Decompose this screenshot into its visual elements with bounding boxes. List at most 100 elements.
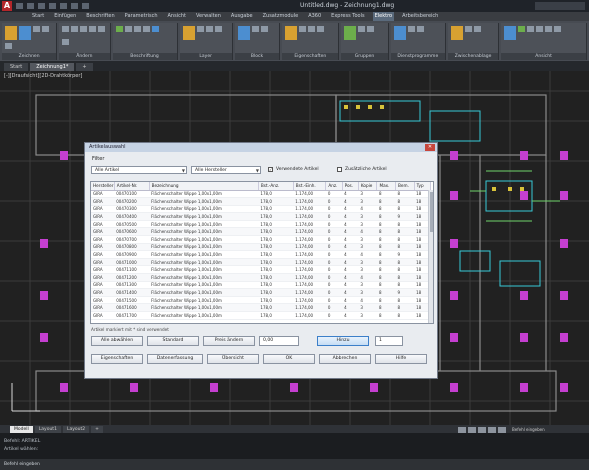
table-row[interactable]: GIRA 00471700 Flächenschalter Wippe 1,00x1… [91,311,431,320]
filter-article-select[interactable]: Alle Artikel ▼ [91,166,187,174]
tab-start-page[interactable]: Start [4,63,29,71]
tab-manage[interactable]: Verwalten [194,12,223,21]
panel-label[interactable]: Eigenschaften [282,53,339,60]
hatch-icon[interactable] [151,26,159,32]
table-icon[interactable] [142,26,150,32]
group-edit-icon[interactable] [367,26,375,32]
help-button[interactable]: Hilfe [375,354,427,364]
new-icon[interactable] [16,3,23,9]
default-button[interactable]: Standard [147,336,199,346]
calculator-icon[interactable] [407,26,415,32]
cancel-button[interactable]: Abbrechen [319,354,371,364]
table-scrollbar[interactable] [428,190,433,323]
col-header[interactable]: Bst.-Anz. [258,182,294,191]
zoom-icon[interactable] [527,26,535,32]
table-row[interactable]: GIRA 00471200 Flächenschalter Wippe 1,00x1… [91,273,431,282]
col-header[interactable]: Bem. [395,182,415,191]
tab-layout1[interactable]: Layout1 [34,425,61,433]
leader-icon[interactable] [133,26,141,32]
new-tab-button[interactable]: + [76,63,93,71]
rectangle-icon[interactable] [5,43,12,49]
mirror-icon[interactable] [89,26,97,32]
pan-icon[interactable] [536,26,544,32]
arc-icon[interactable] [42,26,49,32]
tab-parametric[interactable]: Parametrisch [123,12,160,21]
tab-a360[interactable]: A360 [306,12,323,21]
col-header[interactable]: Bst.-Einh. [293,182,327,191]
polyline-icon[interactable] [19,26,31,40]
named-views-icon[interactable] [554,26,562,32]
viewport-controls-label[interactable]: [-][Draufsicht][2D-Drahtkörper] [4,73,82,79]
article-table[interactable]: Hersteller Artikel-Nr. Bezeichnung Bst.-… [90,181,434,324]
layer-on-icon[interactable] [196,26,204,32]
table-row[interactable]: GIRA 00470500 Flächenschalter Wippe 1,00x1… [91,220,431,229]
layer-lock-icon[interactable] [214,26,222,32]
insert-block-icon[interactable] [237,26,250,40]
col-header[interactable]: Pos. [342,182,359,191]
search-help-box[interactable] [535,2,585,10]
paste-icon[interactable] [450,26,463,40]
app-logo-icon[interactable]: A [2,1,12,11]
save-icon[interactable] [38,3,45,9]
panel-label[interactable]: Gruppen [341,53,388,60]
plot-icon[interactable] [60,3,67,9]
tab-electrical[interactable]: Elektro [372,12,395,21]
edit-block-icon[interactable] [260,26,268,32]
close-icon[interactable]: ✕ [425,144,435,151]
match-properties-icon[interactable] [299,26,307,32]
measure-icon[interactable] [393,26,406,40]
text-large-icon[interactable] [285,26,298,40]
new-layout-button[interactable]: + [91,425,103,433]
table-row[interactable]: GIRA 00471100 Flächenschalter Wippe 1,00x1… [91,265,431,275]
move-icon[interactable] [62,26,70,32]
unselect-all-button[interactable]: Alle abwählen [91,336,143,346]
panel-label[interactable]: Zwischenablage [447,53,499,60]
dimension-icon[interactable] [124,26,132,32]
tab-view[interactable]: Ansicht [166,12,188,21]
overview-button[interactable]: Übersicht [207,354,259,364]
panel-label[interactable]: Ändern [59,53,110,60]
add-button[interactable]: Hinzu [317,336,369,346]
tab-workspace[interactable]: Arbeitsbereich [400,12,440,21]
group-icon[interactable] [344,26,357,40]
table-row[interactable]: GIRA 00470400 Flächenschalter Wippe 1,00x1… [91,212,431,221]
tab-start[interactable]: Start [30,12,46,21]
data-entry-button[interactable]: Datenerfassung [147,354,203,364]
table-row[interactable]: GIRA 00470300 Flächenschalter Wippe 1,00x1… [91,205,431,214]
table-row[interactable]: GIRA 00470700 Flächenschalter Wippe 1,00x1… [91,235,431,244]
tab-output[interactable]: Ausgabe [229,12,255,21]
tab-drawing[interactable]: Zeichnung1* [30,63,75,71]
table-row[interactable]: GIRA 00470900 Flächenschalter Wippe 1,00x1… [91,250,431,259]
table-row[interactable]: GIRA 00470200 Flächenschalter Wippe 1,00x1… [91,197,431,206]
quantity-input[interactable]: 1 [375,336,403,346]
change-price-button[interactable]: Preis ändern [203,336,255,346]
undo-icon[interactable] [71,3,78,9]
table-row[interactable]: GIRA 00470100 Flächenschalter Wippe 1,00x1… [91,190,431,199]
cut-icon[interactable] [464,26,472,32]
line-icon[interactable] [5,26,17,40]
visual-style-icon[interactable] [518,26,526,32]
create-block-icon[interactable] [251,26,259,32]
ok-button[interactable]: OK [263,354,315,364]
command-input[interactable]: Befehl eingeben [0,459,589,470]
tab-insert[interactable]: Einfügen [52,12,78,21]
table-row[interactable]: GIRA 00471400 Flächenschalter Wippe 1,00x1… [91,288,431,297]
copy-clip-icon[interactable] [473,26,481,32]
col-header[interactable]: Max. [376,182,397,191]
table-row[interactable]: GIRA 00471300 Flächenschalter Wippe 1,00x1… [91,281,431,290]
filter-manufacturer-select[interactable]: Alle Hersteller ▼ [191,166,261,174]
copy-icon[interactable] [71,26,79,32]
additional-articles-checkbox[interactable]: Zusätzliche Artikel [337,167,387,172]
save-as-icon[interactable] [49,3,56,9]
tab-model[interactable]: Modell [10,425,33,433]
col-header[interactable]: Kopie [358,182,378,191]
rotate-icon[interactable] [80,26,88,32]
tab-annotate[interactable]: Beschriften [84,12,116,21]
panel-label[interactable]: Beschriftung [112,53,177,60]
open-icon[interactable] [27,3,34,9]
tab-express-tools[interactable]: Express Tools [329,12,366,21]
ungroup-icon[interactable] [358,26,366,32]
color-icon[interactable] [308,26,316,32]
panel-label[interactable]: Zeichnen [2,53,57,60]
scrollbar-thumb[interactable] [430,192,433,232]
